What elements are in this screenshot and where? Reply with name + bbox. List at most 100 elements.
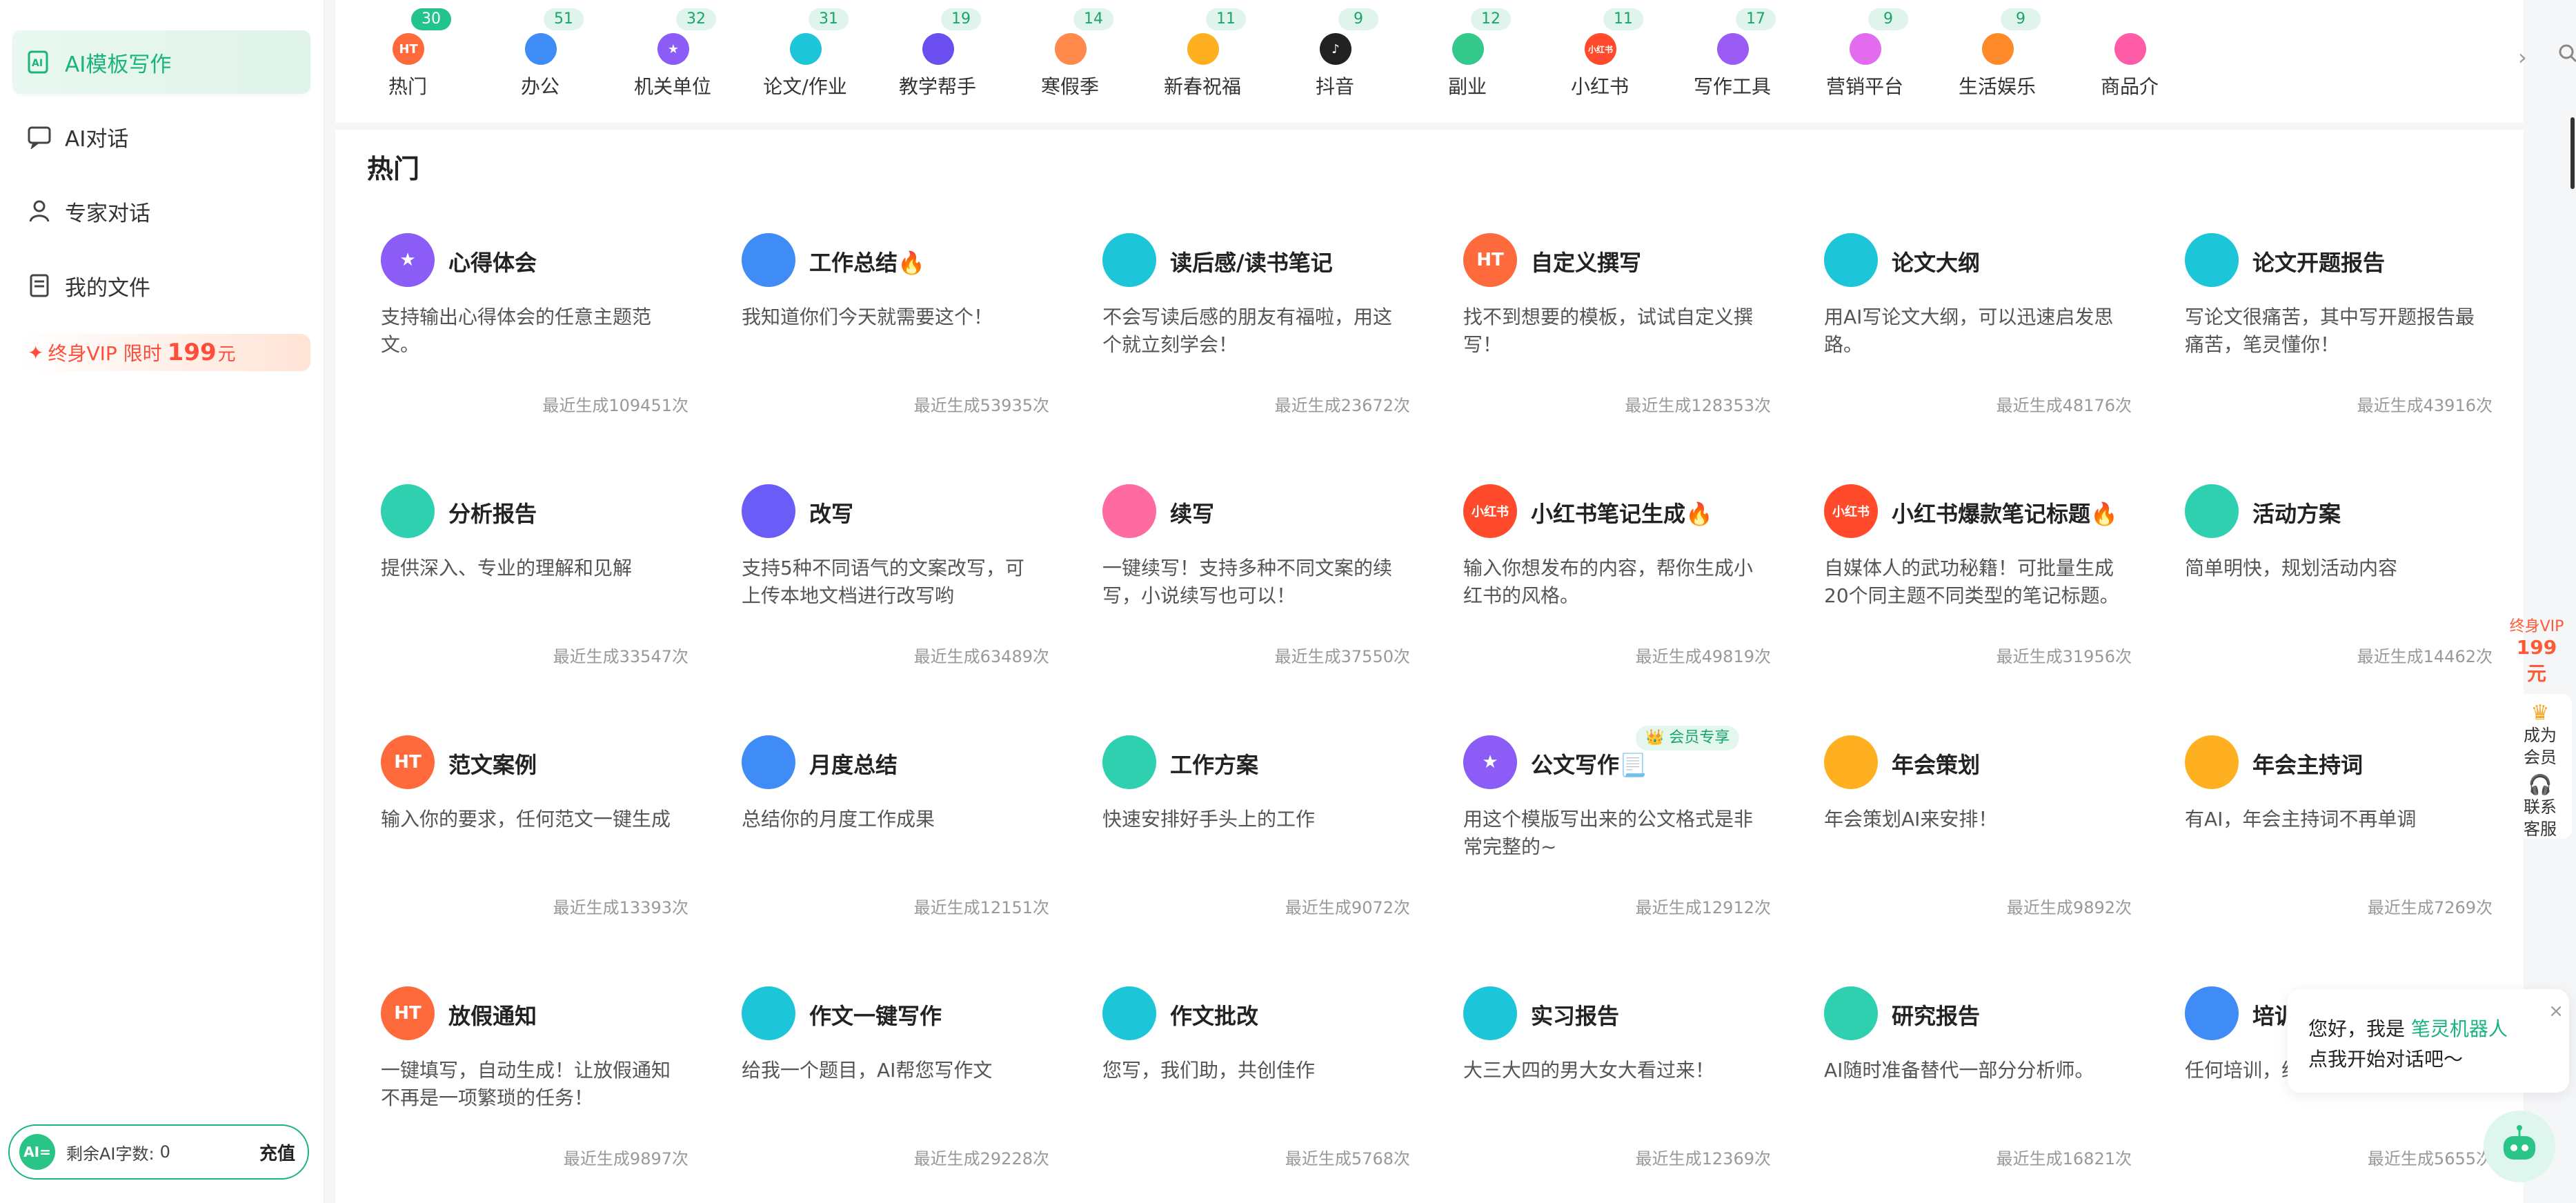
template-card[interactable]: 月度总结 总结你的月度工作成果 最近生成12151次 bbox=[728, 735, 1049, 942]
template-description: 支持输出心得体会的任意主题范文。 bbox=[381, 306, 652, 356]
template-description: 用AI写论文大纲，可以迅速启发思路。 bbox=[1824, 306, 2114, 356]
template-card[interactable]: 工作方案 快速安排好手头上的工作 最近生成9072次 bbox=[1089, 735, 1410, 942]
template-card[interactable]: HT 范文案例 输入你的要求，任何范文一键生成 最近生成13393次 bbox=[367, 735, 688, 942]
template-card[interactable]: 续写 一键续写！支持多种不同文案的续写，小说续写也可以！ 最近生成37550次 bbox=[1089, 484, 1410, 691]
file-icon bbox=[26, 272, 52, 299]
template-icon bbox=[1824, 233, 1878, 287]
category-tab-5[interactable]: 14 寒假季 bbox=[1018, 0, 1122, 123]
crown-icon: ♛ bbox=[2530, 701, 2550, 725]
template-icon: 小红书 bbox=[1824, 484, 1878, 538]
sidebar-item-label: AI模板写作 bbox=[65, 52, 172, 77]
category-count-badge: 19 bbox=[941, 8, 981, 30]
template-card[interactable]: 改写 支持5种不同语气的文案改写，可上传本地文档进行改写哟 最近生成63489次 bbox=[728, 484, 1049, 691]
template-usage-count: 最近生成37550次 bbox=[1274, 647, 1410, 666]
chevron-right-icon[interactable]: › bbox=[2518, 44, 2527, 70]
category-count-badge: 51 bbox=[544, 8, 584, 30]
category-icon: ♪ bbox=[1320, 33, 1351, 65]
template-description: 不会写读后感的朋友有福啦，用这个就立刻学会！ bbox=[1102, 306, 1393, 356]
expert-icon bbox=[26, 198, 52, 224]
template-title: 心得体会 bbox=[448, 250, 537, 276]
template-card[interactable]: 小红书 小红书笔记生成🔥 输入你想发布的内容，帮你生成小红书的风格。 最近生成4981… bbox=[1449, 484, 1771, 691]
sidebar-item-ai-chat[interactable]: AI对话 bbox=[12, 105, 310, 168]
sidebar-item-template-write[interactable]: AI AI模板写作 bbox=[12, 30, 310, 94]
template-card[interactable]: 实习报告 大三大四的男大女大看过来！ 最近生成12369次 bbox=[1449, 986, 1771, 1193]
template-description: 输入你想发布的内容，帮你生成小红书的风格。 bbox=[1463, 557, 1754, 607]
template-card[interactable]: 作文一键写作 给我一个题目，AI帮您写作文 最近生成29228次 bbox=[728, 986, 1049, 1193]
sidebar-item-expert-chat[interactable]: 专家对话 bbox=[12, 179, 310, 243]
category-tab-1[interactable]: 51 办公 bbox=[488, 0, 592, 123]
chat-tip-line2: 点我开始对话吧～ bbox=[2308, 1048, 2464, 1071]
template-card[interactable]: HT 放假通知 一键填写，自动生成！让放假通知不再是一项繁琐的任务！ 最近生成9897… bbox=[367, 986, 688, 1193]
category-icon bbox=[1055, 33, 1087, 65]
lifetime-vip-promo[interactable]: ✦ 终身VIP 限时 199 元 bbox=[21, 334, 310, 371]
template-card[interactable]: 读后感/读书笔记 不会写读后感的朋友有福啦，用这个就立刻学会！ 最近生成23672次 bbox=[1089, 233, 1410, 440]
template-description: 大三大四的男大女大看过来！ bbox=[1463, 1059, 1715, 1082]
template-card[interactable]: 年会主持词 有AI，年会主持词不再单调 最近生成7269次 bbox=[2171, 735, 2493, 942]
template-card[interactable]: 论文开题报告 写论文很痛苦，其中写开题报告最痛苦，笔灵懂你！ 最近生成43916次 bbox=[2171, 233, 2493, 440]
recharge-button[interactable]: 充值 bbox=[259, 1140, 295, 1165]
chat-robot-button[interactable] bbox=[2484, 1111, 2555, 1182]
template-title: 小红书笔记生成🔥 bbox=[1531, 501, 1713, 527]
category-tab-6[interactable]: 11 新春祝福 bbox=[1151, 0, 1254, 123]
template-card[interactable]: 年会策划 年会策划AI来安排！ 最近生成9892次 bbox=[1810, 735, 2132, 942]
category-tab-4[interactable]: 19 教学帮手 bbox=[886, 0, 989, 123]
template-card[interactable]: 工作总结🔥 我知道你们今天就需要这个！ 最近生成53935次 bbox=[728, 233, 1049, 440]
right-vip-label: 终身VIP bbox=[2509, 618, 2564, 635]
scrollbar-thumb[interactable] bbox=[2570, 117, 2575, 189]
section-title: 热门 bbox=[367, 154, 420, 184]
template-icon bbox=[2185, 233, 2239, 287]
vip-promo-unit: 元 bbox=[217, 344, 236, 365]
template-usage-count: 最近生成16821次 bbox=[1996, 1149, 2132, 1169]
template-card[interactable]: 小红书 小红书爆款笔记标题🔥 自媒体人的武功秘籍！可批量生成20个同主题不同类型的笔… bbox=[1810, 484, 2132, 691]
template-usage-count: 最近生成128353次 bbox=[1625, 396, 1771, 415]
search-box bbox=[2557, 41, 2576, 64]
template-card[interactable]: 论文大纲 用AI写论文大纲，可以迅速启发思路。 最近生成48176次 bbox=[1810, 233, 2132, 440]
category-label: 新春祝福 bbox=[1163, 75, 1241, 98]
category-tab-3[interactable]: 31 论文/作业 bbox=[753, 0, 857, 123]
search-icon bbox=[2559, 44, 2576, 62]
vip-promo-price: 199 bbox=[167, 339, 217, 366]
template-card[interactable]: 活动方案 简单明快，规划活动内容 最近生成14462次 bbox=[2171, 484, 2493, 691]
headset-icon: 🎧 bbox=[2528, 773, 2553, 796]
template-card[interactable]: 分析报告 提供深入、专业的理解和见解 最近生成33547次 bbox=[367, 484, 688, 691]
sidebar-item-label: 我的文件 bbox=[65, 275, 150, 301]
category-count-badge: 31 bbox=[809, 8, 849, 30]
contact-service-button[interactable]: 🎧 联系客服 bbox=[2508, 774, 2572, 840]
chat-robot-tooltip[interactable]: × 您好，我是 笔灵机器人 点我开始对话吧～ bbox=[2288, 989, 2569, 1093]
become-member-label: 成为会员 bbox=[2524, 726, 2557, 767]
category-count-badge: 9 bbox=[2001, 8, 2041, 30]
template-card[interactable]: ★ 心得体会 支持输出心得体会的任意主题范文。 最近生成109451次 bbox=[367, 233, 688, 440]
category-label: 副业 bbox=[1447, 75, 1487, 98]
template-usage-count: 最近生成29228次 bbox=[913, 1149, 1049, 1169]
close-icon[interactable]: × bbox=[2548, 996, 2564, 1026]
template-icon bbox=[742, 484, 795, 538]
category-count-badge: 17 bbox=[1736, 8, 1776, 30]
category-tab-12[interactable]: 9 生活娱乐 bbox=[1945, 0, 2049, 123]
template-title: 年会策划 bbox=[1892, 752, 1981, 778]
category-tab-7[interactable]: ♪ 9 抖音 bbox=[1283, 0, 1387, 123]
template-description: 简单明快，规划活动内容 bbox=[2185, 557, 2398, 579]
template-title: 改写 bbox=[809, 501, 854, 527]
template-usage-count: 最近生成43916次 bbox=[2357, 396, 2493, 415]
template-description: 输入你的要求，任何范文一键生成 bbox=[381, 808, 671, 831]
right-vip-promo[interactable]: 终身VIP 199元 bbox=[2508, 614, 2565, 686]
sidebar: AI AI模板写作 AI对话 专家对话 我的文件 ✦ 终身VIP 限时 199 … bbox=[0, 0, 324, 1203]
category-tab-8[interactable]: 12 副业 bbox=[1416, 0, 1519, 123]
template-card[interactable]: 作文批改 您写，我们助，共创佳作 最近生成5768次 bbox=[1089, 986, 1410, 1193]
category-tab-0[interactable]: HT 30 热门 bbox=[356, 0, 459, 123]
sidebar-item-my-files[interactable]: 我的文件 bbox=[12, 254, 310, 317]
template-card[interactable]: HT 自定义撰写 找不到想要的模板，试试自定义撰写！ 最近生成128353次 bbox=[1449, 233, 1771, 440]
category-tab-2[interactable]: ★ 32 机关单位 bbox=[621, 0, 724, 123]
template-card[interactable]: ★ 公文写作📃 用这个模版写出来的公文格式是非常完整的~ 最近生成12912次 👑 会员… bbox=[1449, 726, 1771, 942]
category-tab-11[interactable]: 9 营销平台 bbox=[1813, 0, 1916, 123]
template-card[interactable]: 研究报告 AI随时准备替代一部分分析师。 最近生成16821次 bbox=[1810, 986, 2132, 1193]
template-description: 年会策划AI来安排！ bbox=[1824, 808, 1998, 831]
category-tab-10[interactable]: 17 写作工具 bbox=[1681, 0, 1784, 123]
category-count-badge: 11 bbox=[1603, 8, 1643, 30]
become-member-button[interactable]: ♛ 成为会员 bbox=[2508, 702, 2572, 768]
sparkle-icon: ✦ bbox=[28, 341, 44, 364]
template-title: 自定义撰写 bbox=[1531, 250, 1642, 276]
category-tab-9[interactable]: 小红书 11 小红书 bbox=[1548, 0, 1652, 123]
template-description: 支持5种不同语气的文案改写，可上传本地文档进行改写哟 bbox=[742, 557, 1024, 607]
category-tab-13[interactable]: 商品介 bbox=[2078, 0, 2181, 123]
